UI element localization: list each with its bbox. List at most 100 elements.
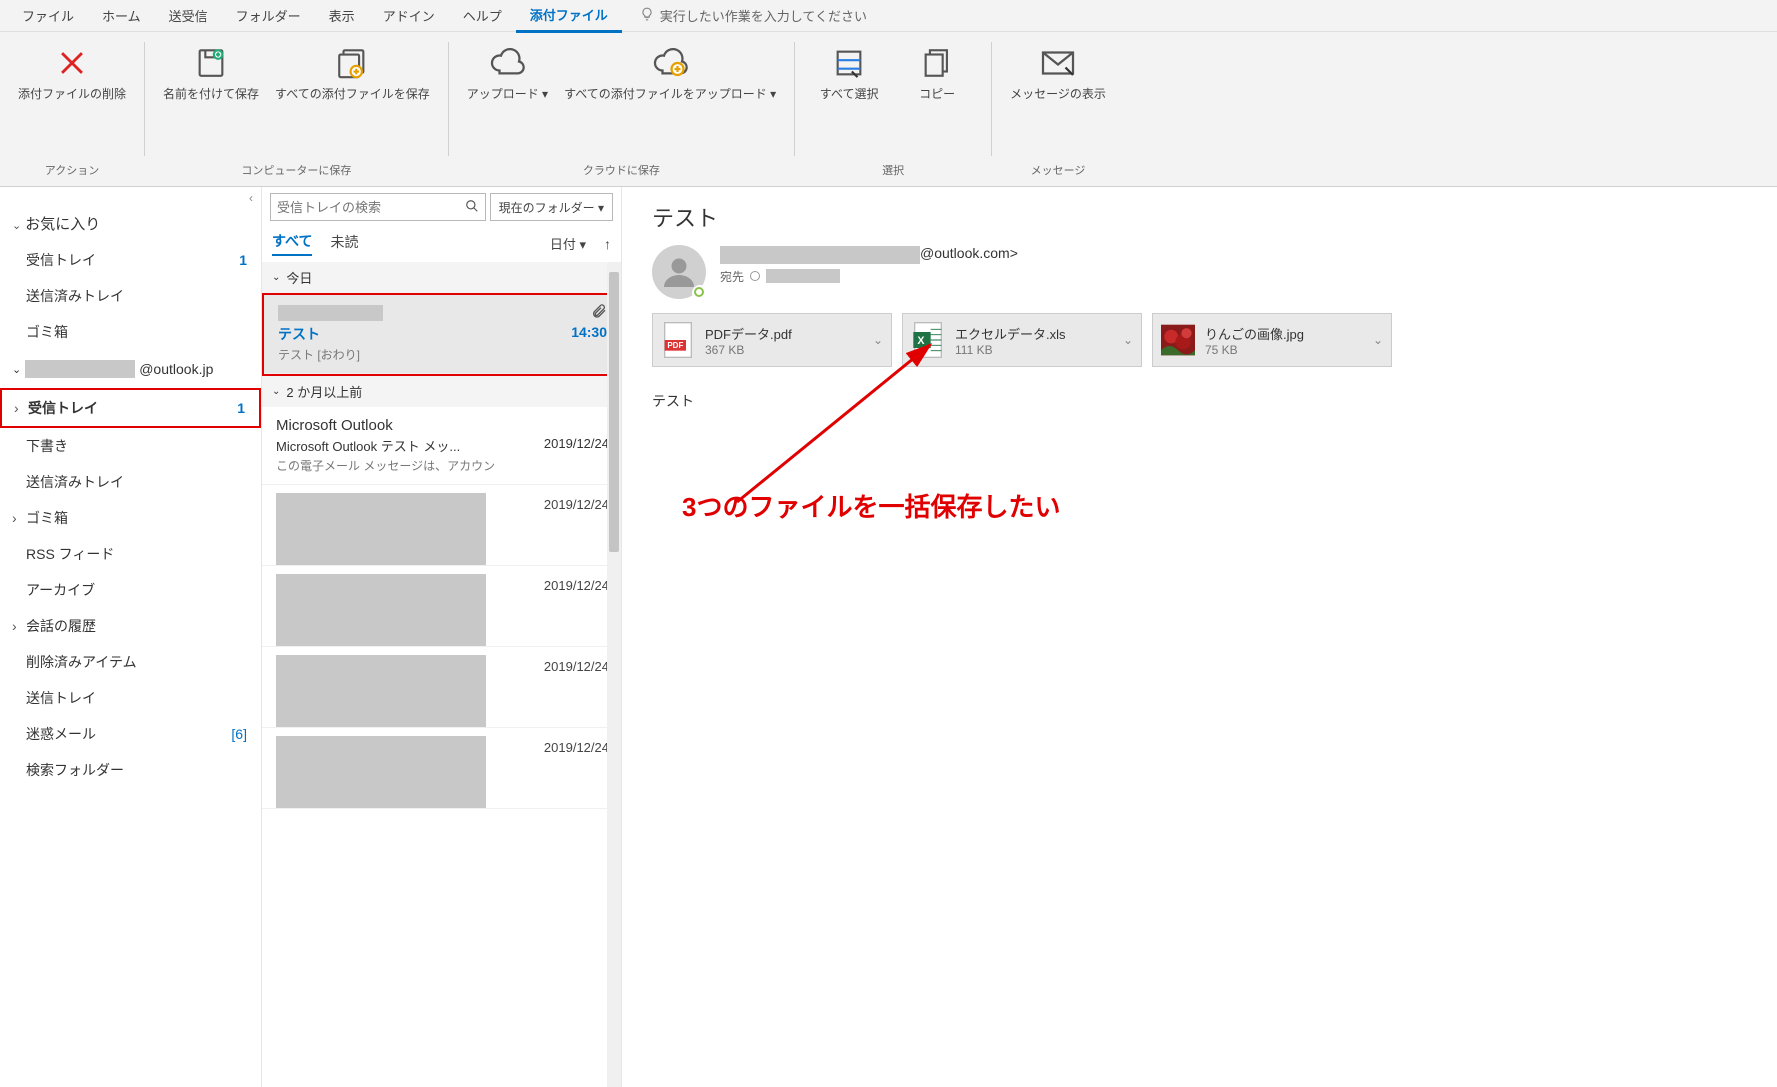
folder-search-label: 検索フォルダー (26, 760, 124, 780)
scrollbar[interactable] (607, 262, 621, 1087)
mail-from-redacted (278, 305, 383, 321)
main: ‹ ⌄お気に入り 受信トレイ1 送信済みトレイ ゴミ箱 ⌄@outlook.jp… (0, 187, 1777, 1087)
folder-inbox[interactable]: 受信トレイ 1 (2, 390, 259, 426)
att-name: PDFデータ.pdf (705, 324, 863, 343)
folder-outbox-label: 送信トレイ (26, 688, 96, 708)
outlook-from: Microsoft Outlook (276, 417, 609, 434)
menu-addin[interactable]: アドイン (369, 0, 449, 31)
btn-save-as[interactable]: 名前を付けて保存 (163, 44, 259, 102)
btn-save-as-label: 名前を付けて保存 (163, 86, 259, 102)
btn-show-message[interactable]: メッセージの表示 (1010, 44, 1106, 102)
att-name: りんごの画像.jpg (1205, 324, 1363, 343)
folder-inbox-label: 受信トレイ (28, 398, 98, 418)
folder-search[interactable]: 検索フォルダー (0, 752, 261, 788)
menu-folder[interactable]: フォルダー (222, 0, 315, 31)
folder-rss-label: RSS フィード (26, 544, 114, 564)
filter-all[interactable]: すべて (272, 231, 312, 256)
mail-date: 2019/12/24 (544, 740, 609, 755)
mail-redacted (276, 493, 486, 565)
group-older[interactable]: ⌄2 か月以上前 (262, 376, 621, 407)
avatar[interactable] (652, 245, 706, 299)
group-title-computer: コンピューターに保存 (241, 162, 351, 182)
menu-attachfiles[interactable]: 添付ファイル (516, 0, 622, 33)
menu-help[interactable]: ヘルプ (449, 0, 516, 31)
svg-text:PDF: PDF (667, 341, 683, 350)
favorites-header[interactable]: ⌄お気に入り (0, 205, 261, 242)
mail-redacted (276, 574, 486, 646)
mail-item-outlook[interactable]: Microsoft Outlook Microsoft Outlook テスト … (262, 407, 621, 485)
sort-by[interactable]: 日付 ▾ (550, 234, 586, 253)
folder-trash[interactable]: ゴミ箱 (0, 500, 261, 536)
group-today-label: 今日 (286, 268, 312, 287)
search-scope[interactable]: 現在のフォルダー ▾ (490, 193, 613, 221)
menu-bar: ファイル ホーム 送受信 フォルダー 表示 アドイン ヘルプ 添付ファイル 実行… (0, 0, 1777, 32)
to-row: 宛先 (720, 268, 1747, 285)
search-input[interactable] (277, 200, 465, 215)
mail-item-older[interactable]: 2019/12/24 (262, 647, 621, 728)
mail-date: 2019/12/24 (544, 578, 609, 593)
mail-item-older[interactable]: 2019/12/24 (262, 566, 621, 647)
folder-junk-count: [6] (231, 726, 247, 742)
scrollbar-thumb[interactable] (609, 272, 619, 552)
attachment-img[interactable]: りんごの画像.jpg75 KB ⌄ (1152, 313, 1392, 367)
mail-date: 2019/12/24 (544, 497, 609, 512)
filter-unread[interactable]: 未読 (330, 232, 358, 255)
mail-item-older[interactable]: 2019/12/24 (262, 485, 621, 566)
cloud-upload-icon (488, 44, 526, 82)
attachment-xls[interactable]: X エクセルデータ.xls111 KB ⌄ (902, 313, 1142, 367)
chevron-down-icon[interactable]: ⌄ (1123, 333, 1133, 347)
menu-home[interactable]: ホーム (88, 0, 155, 31)
search-row: 現在のフォルダー ▾ (262, 187, 621, 227)
xls-icon: X (911, 320, 945, 360)
fav-inbox[interactable]: 受信トレイ1 (0, 242, 261, 278)
folder-archive-label: アーカイブ (26, 580, 95, 600)
sender-info: @outlook.com> 宛先 (720, 245, 1747, 285)
ribbon: 添付ファイルの削除 アクション 名前を付けて保存 すべての添付ファイルを保存 コ… (0, 32, 1777, 187)
search-box[interactable] (270, 193, 486, 221)
save-all-icon (333, 44, 371, 82)
btn-copy[interactable]: コピー (901, 44, 973, 102)
group-title-select: 選択 (882, 162, 904, 182)
mail-item-older[interactable]: 2019/12/24 (262, 728, 621, 809)
presence-icon (692, 285, 708, 301)
tell-me[interactable]: 実行したい作業を入力してください (640, 6, 867, 25)
collapse-handle[interactable]: ‹ (0, 191, 261, 205)
btn-upload-all[interactable]: すべての添付ファイルをアップロード ▾ (564, 44, 776, 102)
copy-icon (918, 44, 956, 82)
fav-trash-label: ゴミ箱 (26, 322, 68, 342)
btn-upload[interactable]: アップロード ▾ (467, 44, 548, 102)
btn-delete-attachment[interactable]: 添付ファイルの削除 (18, 44, 126, 102)
annotation-box-2: テスト14:30 テスト [おわり] (262, 293, 621, 376)
search-icon[interactable] (465, 199, 479, 216)
mail-item-selected[interactable]: テスト14:30 テスト [おわり] (264, 295, 619, 374)
folder-conversation[interactable]: 会話の履歴 (0, 608, 261, 644)
folder-junk[interactable]: 迷惑メール[6] (0, 716, 261, 752)
save-icon (192, 44, 230, 82)
mail-date: 2019/12/24 (544, 659, 609, 674)
to-radio-icon (750, 271, 760, 281)
menu-file[interactable]: ファイル (8, 0, 88, 31)
sender-email: @outlook.com> (920, 245, 1018, 261)
folder-outbox[interactable]: 送信トレイ (0, 680, 261, 716)
attachment-pdf[interactable]: PDF PDFデータ.pdf367 KB ⌄ (652, 313, 892, 367)
btn-select-all[interactable]: すべて選択 (813, 44, 885, 102)
btn-save-all[interactable]: すべての添付ファイルを保存 (275, 44, 430, 102)
chevron-down-icon[interactable]: ⌄ (1373, 333, 1383, 347)
folder-archive[interactable]: アーカイブ (0, 572, 261, 608)
chevron-down-icon[interactable]: ⌄ (873, 333, 883, 347)
group-today[interactable]: ⌄今日 2 (262, 262, 621, 293)
menu-view[interactable]: 表示 (315, 0, 369, 31)
folder-trash-label: ゴミ箱 (26, 508, 68, 528)
folder-rss[interactable]: RSS フィード (0, 536, 261, 572)
account-header[interactable]: ⌄@outlook.jp (0, 350, 261, 388)
btn-copy-label: コピー (919, 86, 955, 102)
fav-sent[interactable]: 送信済みトレイ (0, 278, 261, 314)
menu-sendrecv[interactable]: 送受信 (155, 0, 222, 31)
folder-sent[interactable]: 送信済みトレイ (0, 464, 261, 500)
folder-pane: ‹ ⌄お気に入り 受信トレイ1 送信済みトレイ ゴミ箱 ⌄@outlook.jp… (0, 187, 262, 1087)
sort-direction[interactable]: ↑ (604, 236, 611, 252)
folder-deleted[interactable]: 削除済みアイテム (0, 644, 261, 680)
folder-drafts[interactable]: 下書き (0, 428, 261, 464)
ribbon-group-message: メッセージの表示 メッセージ (992, 32, 1124, 186)
fav-trash[interactable]: ゴミ箱 (0, 314, 261, 350)
